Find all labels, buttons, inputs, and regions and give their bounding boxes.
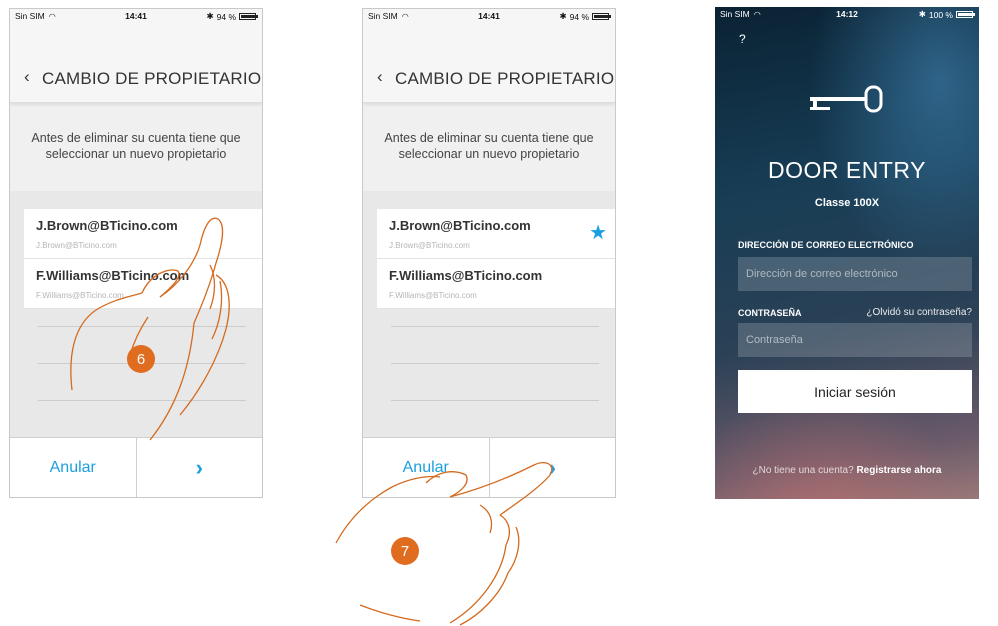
- login-button[interactable]: Iniciar sesión: [738, 370, 972, 413]
- account-list: J.Brown@BTicino.com J.Brown@BTicino.com …: [363, 191, 615, 445]
- account-list: J.Brown@BTicino.com J.Brown@BTicino.com …: [10, 191, 262, 445]
- account-email: J.Brown@BTicino.com: [389, 218, 531, 233]
- next-button[interactable]: ›: [135, 438, 263, 497]
- bluetooth-icon: ✱: [206, 11, 214, 21]
- step-badge: 7: [391, 537, 419, 565]
- status-bar: Sin SIM ◠ 14:12 ✱ 100 %: [715, 7, 979, 23]
- divider: [391, 400, 599, 401]
- instruction-text: Antes de eliminar su cuenta tiene que se…: [10, 103, 262, 191]
- screen-change-owner-step6: Sin SIM ◠ 14:41 ✱ 94 % ‹ CAMBIO DE PROPIET…: [9, 8, 263, 498]
- next-button[interactable]: ›: [488, 438, 616, 497]
- divider: [38, 326, 246, 327]
- email-field[interactable]: [738, 257, 972, 291]
- register-link[interactable]: Registrarse ahora: [856, 465, 941, 476]
- cancel-button[interactable]: Anular: [363, 438, 489, 497]
- key-icon: [810, 85, 883, 113]
- password-label: CONTRASEÑA: [738, 308, 802, 318]
- nav-header: ‹ CAMBIO DE PROPIETARIO: [363, 25, 615, 103]
- battery-indicator: ✱ 100 %: [918, 9, 975, 20]
- battery-icon: [239, 13, 258, 20]
- account-row-brown[interactable]: J.Brown@BTicino.com J.Brown@BTicino.com: [24, 209, 262, 259]
- forgot-password-link[interactable]: ¿Olvidó su contraseña?: [866, 307, 972, 318]
- register-prompt: ¿No tiene una cuenta? Registrarse ahora: [752, 465, 942, 476]
- account-email: F.Williams@BTicino.com: [36, 268, 190, 283]
- cancel-button[interactable]: Anular: [10, 438, 136, 497]
- battery-icon: [956, 11, 975, 18]
- help-button[interactable]: ?: [739, 32, 746, 46]
- account-row-williams[interactable]: F.Williams@BTicino.com F.Williams@BTicin…: [377, 259, 615, 309]
- battery-icon: [592, 13, 611, 20]
- account-row-brown[interactable]: J.Brown@BTicino.com J.Brown@BTicino.com …: [377, 209, 615, 259]
- account-sub: F.Williams@BTicino.com: [36, 291, 124, 300]
- back-chevron-icon[interactable]: ‹: [24, 67, 30, 87]
- screen-change-owner-step7: Sin SIM ◠ 14:41 ✱ 94 % ‹ CAMBIO DE PROPIET…: [362, 8, 616, 498]
- status-bar: Sin SIM ◠ 14:41 ✱ 94 %: [10, 9, 262, 25]
- divider: [391, 326, 599, 327]
- account-sub: J.Brown@BTicino.com: [36, 241, 117, 250]
- page-title: CAMBIO DE PROPIETARIO: [395, 69, 615, 88]
- login-background: Sin SIM ◠ 14:12 ✱ 100 % ? DOOR ENTRY Class…: [715, 7, 979, 499]
- nav-header: ‹ CAMBIO DE PROPIETARIO: [10, 25, 262, 103]
- selected-star-icon: ★: [589, 222, 607, 244]
- back-chevron-icon[interactable]: ‹: [377, 67, 383, 87]
- account-row-williams[interactable]: F.Williams@BTicino.com F.Williams@BTicin…: [24, 259, 262, 309]
- page-title: CAMBIO DE PROPIETARIO: [42, 69, 262, 88]
- app-subtitle: Classe 100X: [814, 197, 880, 209]
- screen-door-entry-login: Sin SIM ◠ 14:12 ✱ 100 % ? DOOR ENTRY Class…: [715, 7, 979, 499]
- account-email: F.Williams@BTicino.com: [389, 268, 543, 283]
- chevron-right-icon: ›: [548, 454, 556, 480]
- email-label: DIRECCIÓN DE CORREO ELECTRÓNICO: [738, 240, 914, 250]
- bluetooth-icon: ✱: [559, 11, 567, 21]
- action-bar: Anular ›: [363, 437, 615, 497]
- chevron-right-icon: ›: [195, 454, 203, 480]
- account-email: J.Brown@BTicino.com: [36, 218, 178, 233]
- divider: [391, 363, 599, 364]
- instruction-text: Antes de eliminar su cuenta tiene que se…: [363, 103, 615, 191]
- battery-indicator: ✱ 94 %: [206, 11, 258, 22]
- account-sub: J.Brown@BTicino.com: [389, 241, 470, 250]
- action-bar: Anular ›: [10, 437, 262, 497]
- divider: [38, 400, 246, 401]
- account-sub: F.Williams@BTicino.com: [389, 291, 477, 300]
- step-badge: 6: [127, 345, 155, 373]
- app-title: DOOR ENTRY: [768, 157, 926, 183]
- bluetooth-icon: ✱: [918, 9, 926, 19]
- status-bar: Sin SIM ◠ 14:41 ✱ 94 %: [363, 9, 615, 25]
- password-field[interactable]: [738, 323, 972, 357]
- battery-indicator: ✱ 94 %: [559, 11, 611, 22]
